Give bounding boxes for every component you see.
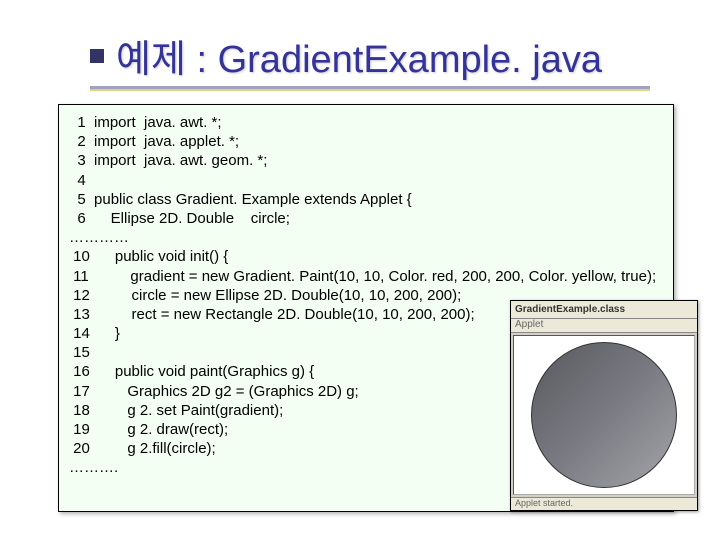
title-row: 예제 : GradientExample. java	[90, 28, 690, 83]
applet-body	[513, 335, 695, 495]
applet-status: Applet started.	[511, 497, 697, 510]
gradient-circle-icon	[531, 342, 677, 488]
title-underline	[90, 86, 650, 92]
title-bullet-icon	[90, 49, 104, 63]
applet-titlebar: GradientExample.class	[511, 301, 697, 319]
slide-title: 예제 : GradientExample. java	[116, 28, 602, 83]
slide: 예제 : GradientExample. java 1 import java…	[0, 0, 720, 540]
applet-viewer-window: GradientExample.class Applet Applet star…	[510, 300, 698, 511]
applet-menu: Applet	[511, 319, 697, 333]
